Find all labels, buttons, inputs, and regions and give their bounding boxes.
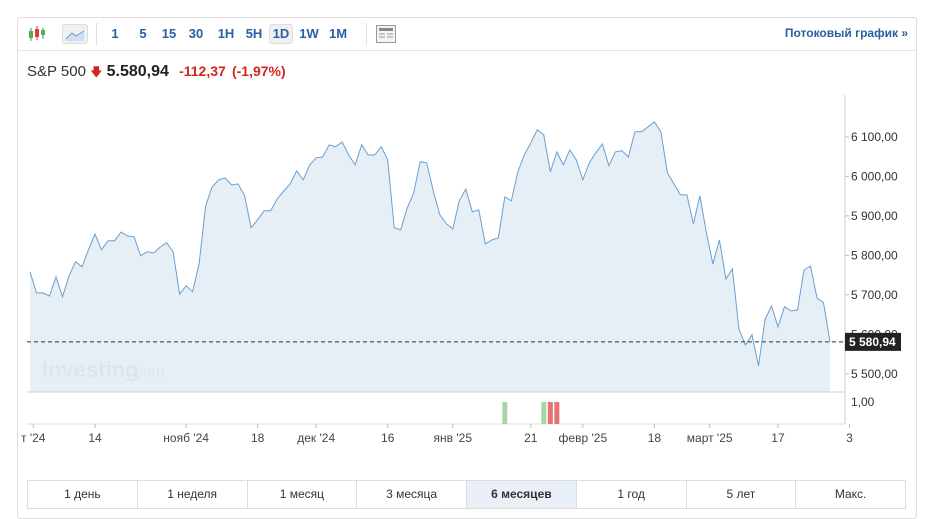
period-button[interactable]: 3 месяца [357,481,467,508]
price-chart[interactable]: Investing.com5 500,005 600,005 700,005 8… [0,0,937,480]
x-tick-label: 16 [381,431,395,445]
period-button[interactable]: 6 месяцев [467,481,577,508]
x-tick-label: 3 [846,431,853,445]
period-button[interactable]: 1 месяц [248,481,358,508]
x-tick-label: 17 [771,431,785,445]
x-tick-label: т '24 [21,431,46,445]
volume-bar [554,402,560,424]
x-tick-label: дек '24 [297,431,335,445]
y-tick-label: 5 900,00 [851,209,898,223]
x-tick-label: февр '25 [559,431,608,445]
period-button[interactable]: 1 неделя [138,481,248,508]
period-button[interactable]: 5 лет [687,481,797,508]
y-tick-label: 6 000,00 [851,169,898,183]
volume-bar [541,402,547,424]
x-tick-label: 18 [251,431,265,445]
x-tick-label: 21 [524,431,538,445]
current-price-label: 5 580,94 [849,335,896,349]
volume-axis-label: 1,00 [851,395,875,409]
y-tick-label: 5 500,00 [851,367,898,381]
x-tick-label: янв '25 [434,431,473,445]
y-tick-label: 6 100,00 [851,130,898,144]
period-button[interactable]: 1 день [28,481,138,508]
y-tick-label: 5 700,00 [851,288,898,302]
x-tick-label: нояб '24 [163,431,209,445]
period-button[interactable]: 1 год [577,481,687,508]
y-tick-label: 5 800,00 [851,248,898,262]
x-tick-label: 14 [88,431,102,445]
volume-bar [502,402,508,424]
x-tick-label: март '25 [687,431,733,445]
x-tick-label: 18 [648,431,662,445]
period-button[interactable]: Макс. [796,481,905,508]
volume-bar [547,402,553,424]
period-selector: 1 день 1 неделя 1 месяц 3 месяца 6 месяцев 1 … [27,480,906,509]
